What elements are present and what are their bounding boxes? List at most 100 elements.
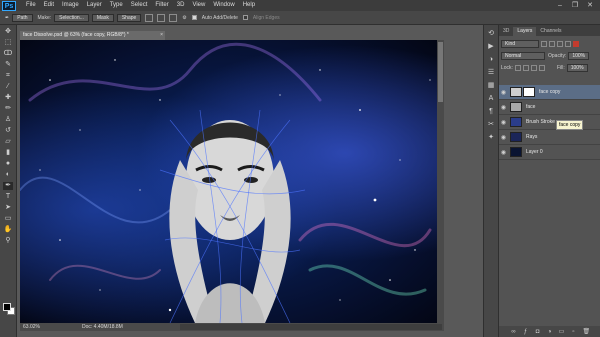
- visibility-eye-icon[interactable]: ◉: [499, 104, 508, 111]
- type-icon[interactable]: T: [3, 193, 13, 201]
- opacity-field[interactable]: 100%: [568, 52, 590, 60]
- eyedropper-icon[interactable]: ⁄: [3, 83, 13, 91]
- zoom-icon[interactable]: ⚲: [3, 237, 13, 245]
- link-layers-icon[interactable]: ∞: [511, 329, 517, 335]
- make-mask-button[interactable]: Mask: [91, 13, 114, 22]
- adjustments-icon[interactable]: ◑: [487, 55, 496, 64]
- blur-icon[interactable]: ●: [3, 160, 13, 168]
- horizontal-scrollbar[interactable]: [180, 324, 442, 330]
- vertical-scrollbar[interactable]: [437, 40, 444, 323]
- close-tab-icon[interactable]: ×: [160, 31, 163, 40]
- tools-preset-icon[interactable]: ✦: [487, 133, 496, 142]
- blend-mode-dropdown[interactable]: Normal: [501, 52, 545, 60]
- layer-row-brush-stroke[interactable]: ◉ Brush Stroke: [499, 115, 600, 130]
- healing-icon[interactable]: ✚: [3, 94, 13, 102]
- dodge-icon[interactable]: ◐: [3, 171, 13, 179]
- history-brush-icon[interactable]: ↺: [3, 127, 13, 135]
- path-select-icon[interactable]: ➤: [3, 204, 13, 212]
- layer-row-rays[interactable]: ◉ Rays: [499, 130, 600, 145]
- hand-icon[interactable]: ✋: [3, 226, 13, 234]
- auto-add-delete-checkbox[interactable]: [191, 15, 197, 20]
- visibility-eye-icon[interactable]: ◉: [499, 149, 508, 156]
- layer-name: face: [526, 104, 536, 110]
- document-size[interactable]: Doc: 4.40M/18.8M: [82, 323, 123, 331]
- filter-pixel-icon[interactable]: [541, 41, 547, 47]
- visibility-eye-icon[interactable]: ◉: [499, 119, 508, 126]
- character-icon[interactable]: A: [487, 94, 496, 103]
- menu-layer[interactable]: Layer: [83, 0, 106, 11]
- layer-row-face[interactable]: ◉ face: [499, 100, 600, 115]
- restore-button[interactable]: ❐: [569, 1, 581, 10]
- menu-filter[interactable]: Filter: [151, 0, 172, 11]
- eraser-icon[interactable]: ▱: [3, 138, 13, 146]
- rectangle-icon[interactable]: ▭: [3, 215, 13, 223]
- clone-stamp-icon[interactable]: ♙: [3, 116, 13, 124]
- pen-icon[interactable]: ✒: [3, 182, 13, 190]
- make-shape-button[interactable]: Shape: [116, 13, 142, 22]
- add-mask-icon[interactable]: ◘: [535, 329, 541, 335]
- pen-tool-icon[interactable]: ✒: [5, 15, 9, 21]
- document-tab[interactable]: face Dissolve.psd @ 63% (face copy, RGB/…: [20, 31, 165, 40]
- filter-shape-icon[interactable]: [565, 41, 571, 47]
- menu-image[interactable]: Image: [58, 0, 83, 11]
- tab-3d[interactable]: 3D: [499, 27, 513, 36]
- actions-icon[interactable]: ▶: [487, 42, 496, 51]
- menu-select[interactable]: Select: [127, 0, 152, 11]
- brushes-icon[interactable]: ✂: [487, 120, 496, 129]
- image-canvas[interactable]: [20, 40, 437, 323]
- layer-mask-thumbnail[interactable]: [523, 87, 535, 97]
- path-operations-icon[interactable]: [145, 13, 154, 22]
- paragraph-icon[interactable]: ¶: [487, 107, 496, 116]
- menu-help[interactable]: Help: [239, 0, 259, 11]
- adjustment-layer-icon[interactable]: ◑: [547, 329, 553, 335]
- trash-icon[interactable]: 🗑: [583, 329, 591, 335]
- gear-icon[interactable]: ⚙: [182, 15, 186, 21]
- tab-channels[interactable]: Channels: [536, 27, 565, 36]
- close-button[interactable]: ✕: [584, 1, 596, 10]
- minimize-button[interactable]: –: [554, 1, 566, 10]
- filter-toggle-icon[interactable]: [573, 41, 579, 47]
- zoom-level[interactable]: 63.02%: [23, 323, 40, 331]
- layer-row-face-copy[interactable]: ◉ face copy: [499, 85, 600, 100]
- fill-field[interactable]: 100%: [566, 64, 588, 72]
- lock-all-icon[interactable]: [538, 65, 545, 71]
- foreground-color-swatch[interactable]: [3, 303, 11, 311]
- gradient-icon[interactable]: ▮: [3, 149, 13, 157]
- make-selection-button[interactable]: Selection...: [54, 13, 89, 22]
- new-group-icon[interactable]: ▭: [559, 329, 565, 335]
- lasso-icon[interactable]: ↀ: [3, 50, 13, 58]
- menu-type[interactable]: Type: [106, 0, 127, 11]
- brush-icon[interactable]: ✏: [3, 105, 13, 113]
- menu-3d[interactable]: 3D: [173, 0, 189, 11]
- menu-edit[interactable]: Edit: [40, 0, 58, 11]
- lock-transparency-icon[interactable]: [514, 65, 521, 71]
- path-alignment-icon[interactable]: [157, 13, 166, 22]
- layer-style-icon[interactable]: ƒ: [523, 329, 529, 335]
- kind-filter-dropdown[interactable]: Kind: [501, 40, 539, 48]
- lock-position-icon[interactable]: [530, 65, 537, 71]
- align-edges-checkbox[interactable]: [242, 15, 248, 20]
- visibility-eye-icon[interactable]: ◉: [499, 89, 508, 96]
- lock-pixels-icon[interactable]: [522, 65, 529, 71]
- color-swatches[interactable]: [3, 303, 15, 315]
- marquee-icon[interactable]: ⬚: [3, 39, 13, 47]
- artwork-illustration: [20, 42, 432, 323]
- menu-file[interactable]: File: [22, 0, 40, 11]
- history-icon[interactable]: ⟲: [487, 29, 496, 38]
- new-layer-icon[interactable]: ▫: [571, 329, 577, 335]
- move-icon[interactable]: ✥: [3, 28, 13, 36]
- tab-layers[interactable]: Layers: [513, 27, 537, 36]
- menu-view[interactable]: View: [188, 0, 209, 11]
- mode-dropdown[interactable]: Path: [12, 13, 33, 22]
- filter-adjustment-icon[interactable]: [549, 41, 555, 47]
- layer-row-layer-0[interactable]: ◉ Layer 0: [499, 145, 600, 160]
- visibility-eye-icon[interactable]: ◉: [499, 134, 508, 141]
- vertical-scroll-thumb[interactable]: [438, 42, 443, 102]
- crop-icon[interactable]: ⌗: [3, 72, 13, 80]
- menu-window[interactable]: Window: [209, 0, 238, 11]
- properties-icon[interactable]: ☰: [487, 68, 496, 77]
- quick-select-icon[interactable]: ✎: [3, 61, 13, 69]
- filter-type-icon[interactable]: [557, 41, 563, 47]
- swatches-icon[interactable]: ▦: [487, 81, 496, 90]
- path-arrangement-icon[interactable]: [169, 13, 178, 22]
